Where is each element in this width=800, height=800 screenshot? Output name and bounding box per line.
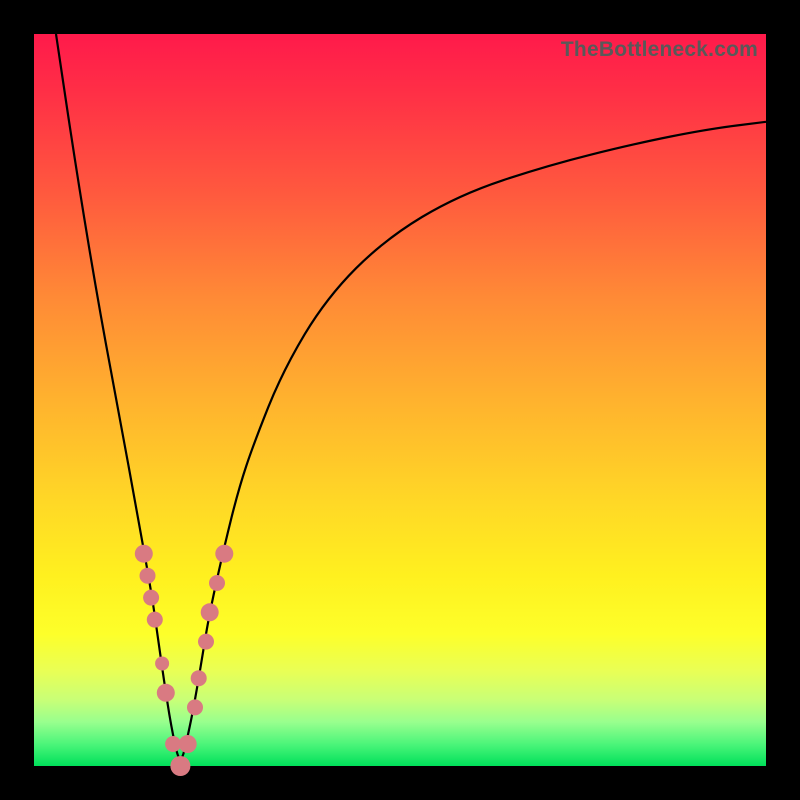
marker-dot	[187, 699, 203, 715]
marker-dot	[170, 756, 190, 776]
marker-dot	[155, 657, 169, 671]
marker-dot	[201, 603, 219, 621]
curve-layer	[34, 34, 766, 766]
chart-frame: TheBottleneck.com	[0, 0, 800, 800]
plot-area: TheBottleneck.com	[34, 34, 766, 766]
marker-dot	[209, 575, 225, 591]
marker-dot	[140, 568, 156, 584]
marker-dot	[135, 545, 153, 563]
highlight-markers	[135, 545, 234, 776]
marker-dot	[215, 545, 233, 563]
marker-dot	[191, 670, 207, 686]
bottleneck-curve	[56, 34, 766, 759]
marker-dot	[157, 684, 175, 702]
marker-dot	[143, 590, 159, 606]
marker-dot	[147, 612, 163, 628]
marker-dot	[198, 634, 214, 650]
marker-dot	[179, 735, 197, 753]
